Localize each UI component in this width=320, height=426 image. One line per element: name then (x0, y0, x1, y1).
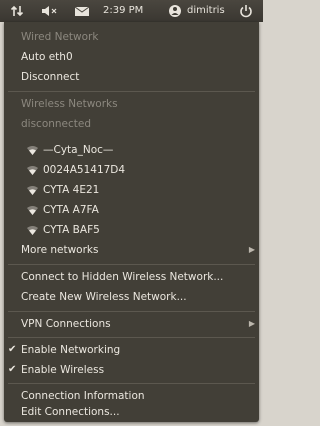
top-panel: 2:39 PM dimitris (0, 0, 263, 22)
wifi-signal-icon (27, 146, 38, 155)
speaker-icon[interactable] (40, 0, 60, 22)
menu-item-network[interactable]: CYTA A7FA (4, 200, 259, 220)
menu-item-auto-eth0[interactable]: Auto eth0 (4, 47, 259, 67)
menu-item-network[interactable]: CYTA 4E21 (4, 180, 259, 200)
menu-header-wired: Wired Network (4, 27, 259, 47)
network-name: CYTA BAF5 (43, 224, 100, 236)
wired-network-label: Wired Network (21, 31, 99, 43)
wifi-signal-icon (27, 226, 38, 235)
network-name: CYTA 4E21 (43, 184, 100, 196)
menu-item-enable-wireless[interactable]: ✔ Enable Wireless (4, 360, 259, 380)
enable-wireless-label: Enable Wireless (21, 364, 105, 376)
auto-eth0-label: Auto eth0 (21, 51, 73, 63)
menu-item-enable-networking[interactable]: ✔ Enable Networking (4, 340, 259, 360)
checkmark-icon: ✔ (8, 344, 17, 355)
network-menu: Wired Network Auto eth0 Disconnect Wirel… (4, 22, 259, 422)
clock[interactable]: 2:39 PM (103, 0, 143, 22)
network-name: 0024A51417D4 (43, 164, 126, 176)
wifi-signal-icon (27, 166, 38, 175)
wireless-status: disconnected (4, 114, 259, 134)
menu-item-edit-connections[interactable]: Edit Connections... (4, 402, 259, 422)
menu-item-network[interactable]: 0024A51417D4 (4, 160, 259, 180)
wifi-signal-icon (27, 206, 38, 215)
separator (8, 383, 255, 384)
checkmark-icon: ✔ (8, 364, 17, 375)
vpn-connections-label: VPN Connections (21, 318, 111, 330)
connect-hidden-label: Connect to Hidden Wireless Network... (21, 271, 224, 283)
menu-header-wireless: Wireless Networks (4, 94, 259, 114)
envelope-icon[interactable] (74, 0, 90, 22)
more-networks-label: More networks (21, 244, 99, 256)
separator (8, 337, 255, 338)
menu-item-vpn[interactable]: VPN Connections ▶ (4, 314, 259, 334)
wireless-status-label: disconnected (21, 118, 92, 130)
network-updown-icon[interactable] (10, 0, 24, 22)
menu-item-more-networks[interactable]: More networks ▶ (4, 240, 259, 260)
menu-item-create-new[interactable]: Create New Wireless Network... (4, 287, 259, 307)
user-name[interactable]: dimitris (187, 0, 225, 22)
power-icon[interactable] (239, 0, 253, 22)
chevron-right-icon: ▶ (248, 245, 255, 254)
edit-connections-label: Edit Connections... (21, 406, 120, 418)
enable-networking-label: Enable Networking (21, 344, 121, 356)
menu-item-connect-hidden[interactable]: Connect to Hidden Wireless Network... (4, 267, 259, 287)
network-name: CYTA A7FA (43, 204, 99, 216)
menu-item-network[interactable]: —Cyta_Noc— (4, 140, 259, 160)
network-name: —Cyta_Noc— (43, 144, 114, 156)
wireless-networks-label: Wireless Networks (21, 98, 118, 110)
menu-item-disconnect[interactable]: Disconnect (4, 67, 259, 87)
separator (8, 311, 255, 312)
disconnect-label: Disconnect (21, 71, 80, 83)
separator (8, 264, 255, 265)
separator (8, 91, 255, 92)
menu-item-network[interactable]: CYTA BAF5 (4, 220, 259, 240)
create-new-label: Create New Wireless Network... (21, 291, 187, 303)
wifi-signal-icon (27, 186, 38, 195)
chevron-right-icon: ▶ (248, 319, 255, 328)
user-icon (168, 0, 182, 22)
